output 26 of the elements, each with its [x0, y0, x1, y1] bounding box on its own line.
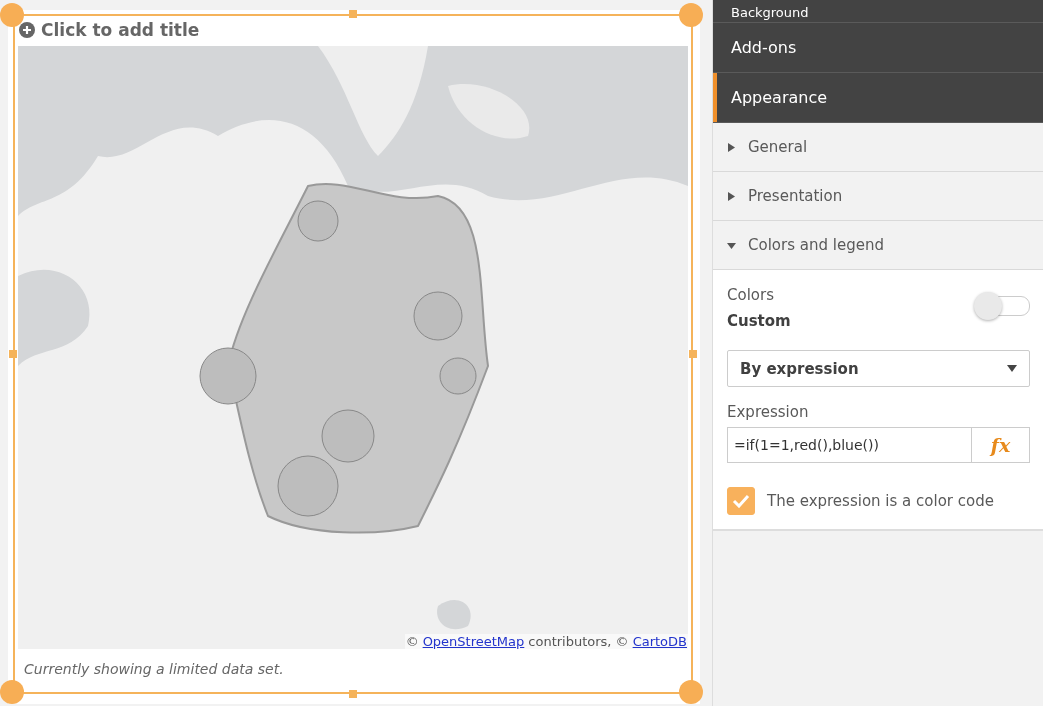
accordion-label: General: [748, 138, 808, 156]
resize-handle[interactable]: [0, 3, 24, 27]
dropdown[interactable]: By expression: [727, 350, 1030, 387]
caret-icon: [1007, 365, 1017, 372]
resize-handle[interactable]: [349, 10, 357, 18]
check-icon: [732, 494, 750, 508]
colors-mode: Custom: [727, 312, 791, 330]
map-attribution: © OpenStreetMap contributors, © CartoDB: [404, 634, 688, 649]
attribution-link[interactable]: CartoDB: [632, 634, 687, 649]
resize-handle[interactable]: [679, 3, 703, 27]
checkbox[interactable]: [727, 487, 755, 515]
plus-icon: [19, 22, 35, 38]
expression-label: Expression: [727, 403, 810, 421]
colors-label: Colors: [727, 286, 775, 304]
footnote: Currently showing a limited data set.: [24, 661, 285, 677]
resize-handle[interactable]: [9, 350, 17, 358]
attribution-link[interactable]: OpenStreetMap: [422, 634, 525, 649]
chart-title[interactable]: Click to add title: [41, 20, 200, 40]
resize-handle[interactable]: [0, 680, 24, 704]
accordion-label: Presentation: [748, 187, 843, 205]
expression-field[interactable]: =if(1=1,red(),blue()): [727, 427, 972, 463]
accordion-label: Colors and legend: [748, 236, 884, 254]
checkbox-label: The expression is a color code: [767, 492, 994, 510]
resize-handle[interactable]: [689, 350, 697, 358]
toggle-switch[interactable]: [974, 292, 1030, 320]
resize-handle[interactable]: [349, 690, 357, 698]
